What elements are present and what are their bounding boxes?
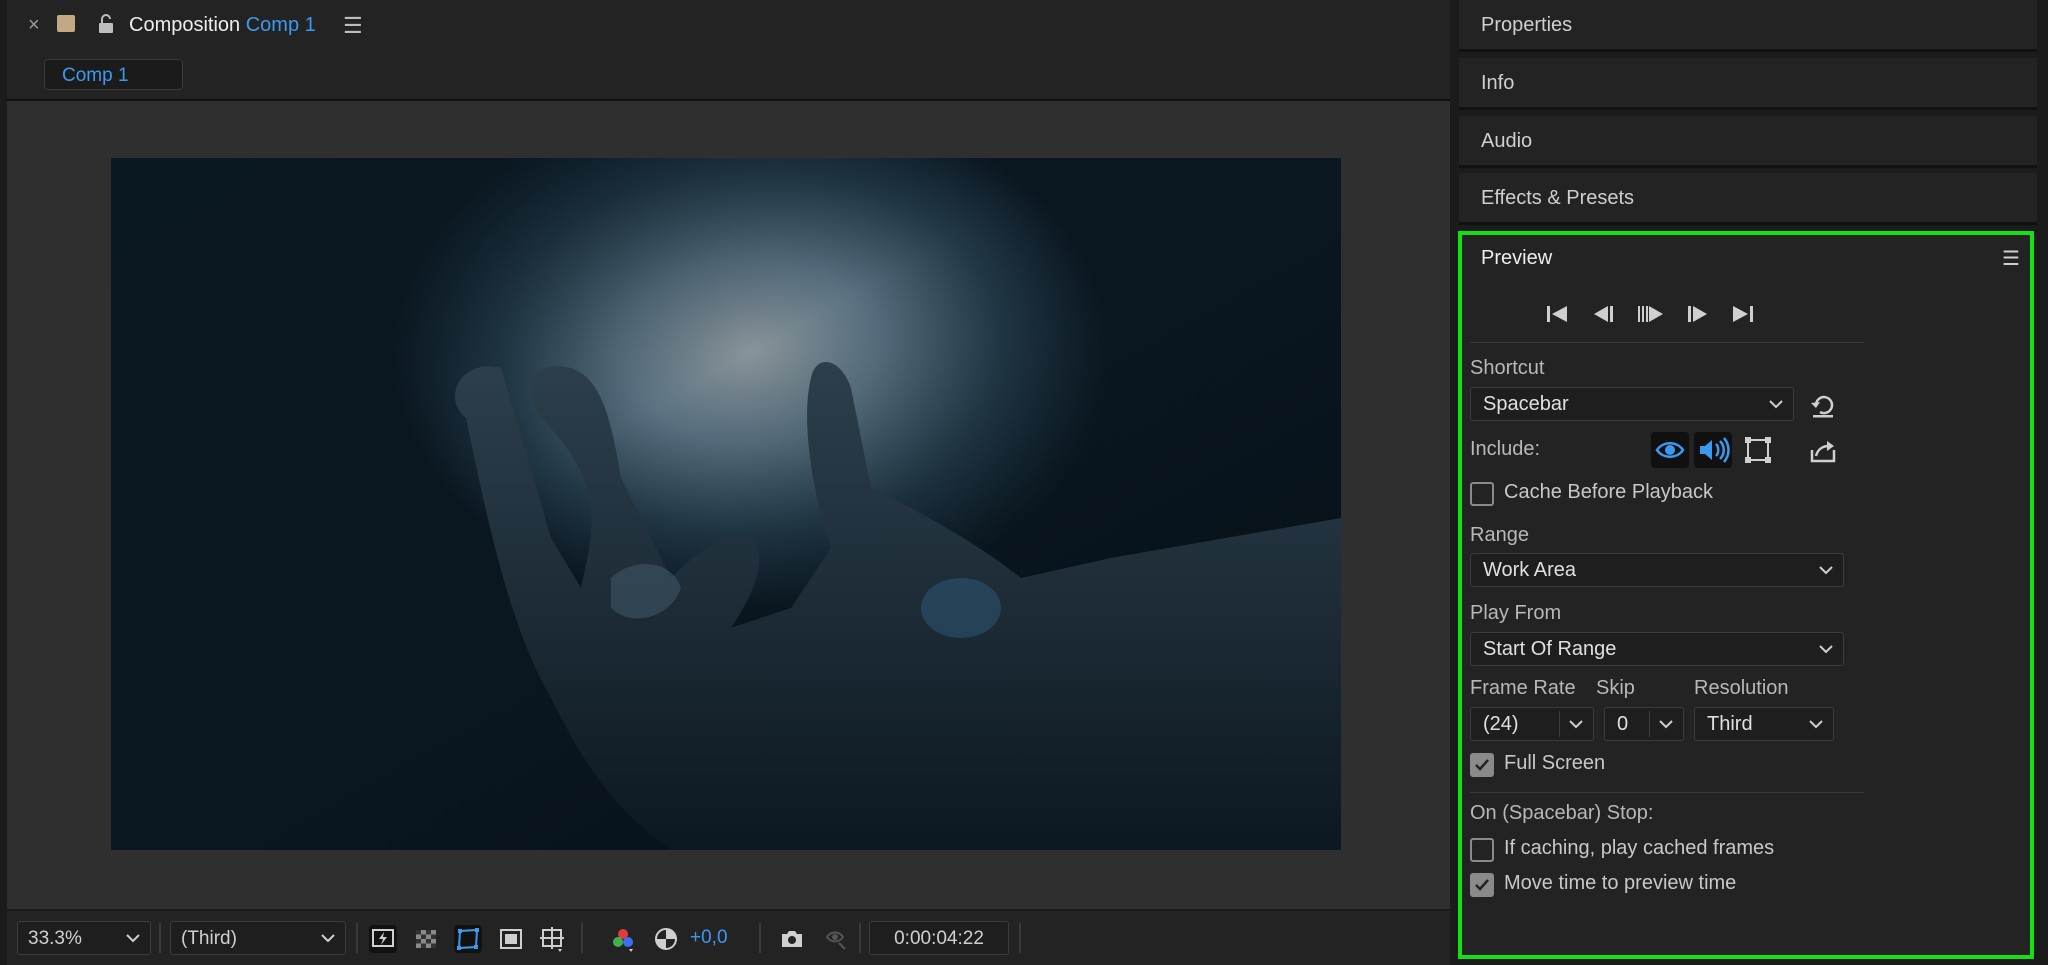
hand-silhouette-image (111, 158, 1341, 850)
fast-previews-icon[interactable] (369, 925, 397, 953)
exposure-value[interactable]: +0,0 (690, 927, 728, 949)
magnification-dropdown[interactable]: 33.3% (17, 921, 151, 955)
toolbar-divider (859, 923, 861, 953)
frame-rate-value: (24) (1483, 713, 1519, 735)
composition-color-swatch-icon (57, 15, 75, 32)
comp-tab[interactable]: Comp 1 (44, 59, 183, 90)
effects-presets-panel-header[interactable]: Effects & Presets (1459, 173, 2037, 225)
color-channels-icon[interactable] (609, 925, 637, 953)
shortcut-value: Spacebar (1483, 393, 1569, 415)
play-from-value: Start Of Range (1483, 638, 1617, 660)
first-frame-icon[interactable] (1542, 300, 1572, 328)
frame-rate-dropdown[interactable]: (24) (1470, 707, 1594, 741)
composition-panel: × Composition Comp 1 ☰ Comp 1 33.3% (Thi… (7, 0, 1450, 965)
audio-panel-header[interactable]: Audio (1459, 116, 2037, 168)
toolbar-divider (1019, 923, 1021, 953)
resolution-dropdown[interactable]: (Third) (170, 921, 346, 955)
chevron-down-icon (1807, 713, 1825, 741)
last-frame-icon[interactable] (1728, 300, 1758, 328)
reset-shortcut-icon[interactable] (1808, 391, 1838, 421)
properties-panel-label: Properties (1481, 14, 1573, 36)
skip-value: 0 (1617, 713, 1629, 735)
region-of-interest-icon[interactable] (497, 925, 525, 953)
shortcut-label: Shortcut (1470, 357, 1545, 379)
close-icon[interactable]: × (28, 14, 40, 37)
effects-presets-panel-label: Effects & Presets (1481, 187, 1635, 209)
current-time-display[interactable]: 0:00:04:22 (869, 921, 1009, 955)
cache-before-playback-checkbox[interactable] (1470, 482, 1494, 506)
dropdown-divider (1559, 711, 1560, 737)
chevron-down-icon (1767, 393, 1785, 421)
preview-divider (1470, 342, 1864, 343)
chevron-down-icon (1657, 713, 1675, 741)
info-panel-header[interactable]: Info (1459, 58, 2037, 110)
skip-dropdown[interactable]: 0 (1604, 707, 1684, 741)
play-from-label: Play From (1470, 602, 1562, 624)
composition-viewer[interactable] (7, 101, 1450, 909)
composition-title: Composition Comp 1 (129, 14, 316, 37)
chevron-down-icon (1567, 713, 1585, 741)
toolbar-divider (159, 923, 161, 953)
play-stop-icon[interactable] (1635, 300, 1665, 328)
panel-menu-icon[interactable]: ☰ (343, 13, 363, 39)
export-output-icon[interactable] (1808, 436, 1838, 466)
toolbar-divider (356, 923, 358, 953)
checkmark-icon (1475, 759, 1489, 771)
previous-frame-icon[interactable] (1589, 300, 1619, 328)
frame-rate-label: Frame Rate (1470, 677, 1576, 699)
transparency-grid-icon[interactable] (412, 925, 440, 953)
include-label: Include: (1470, 438, 1541, 460)
snapshot-icon[interactable] (778, 925, 806, 953)
include-overlays-icon[interactable] (1739, 432, 1777, 468)
grid-guides-icon[interactable] (538, 925, 566, 953)
chevron-down-icon (1817, 638, 1835, 666)
move-time-label: Move time to preview time (1504, 872, 1737, 894)
color-management-icon[interactable] (652, 925, 680, 953)
next-frame-icon[interactable] (1682, 300, 1712, 328)
info-panel-label: Info (1481, 72, 1515, 94)
mask-visibility-icon[interactable] (454, 925, 482, 953)
dropdown-divider (1649, 711, 1650, 737)
lock-icon[interactable] (95, 13, 117, 35)
audio-panel-label: Audio (1481, 130, 1533, 152)
properties-panel-header[interactable]: Properties (1459, 0, 2037, 52)
include-toggle-group (1651, 432, 1775, 468)
full-screen-label: Full Screen (1504, 752, 1606, 774)
skip-label: Skip (1596, 677, 1635, 699)
checkmark-icon (1475, 879, 1489, 891)
cache-before-playback-label: Cache Before Playback (1504, 481, 1714, 503)
include-video-eye-icon[interactable] (1651, 432, 1689, 468)
if-caching-checkbox[interactable] (1470, 838, 1494, 862)
play-from-dropdown[interactable]: Start Of Range (1470, 632, 1844, 666)
preview-divider (1470, 792, 1864, 793)
if-caching-label: If caching, play cached frames (1504, 837, 1775, 859)
range-label: Range (1470, 524, 1529, 546)
range-value: Work Area (1483, 559, 1576, 581)
resolution-label: Resolution (1694, 677, 1789, 699)
composition-title-name[interactable]: Comp 1 (246, 14, 316, 36)
composition-header: × Composition Comp 1 ☰ (7, 0, 1450, 53)
resolution-dropdown[interactable]: Third (1694, 707, 1834, 741)
full-screen-checkbox[interactable] (1470, 753, 1494, 777)
on-spacebar-stop-label: On (Spacebar) Stop: (1470, 802, 1654, 824)
toolbar-divider (581, 923, 583, 953)
preview-panel-title: Preview (1481, 247, 1553, 269)
resolution-value: (Third) (181, 928, 237, 949)
move-time-checkbox[interactable] (1470, 873, 1494, 897)
composition-toolbar: 33.3% (Third) +0,0 0:00:04:22 (7, 909, 1450, 965)
toolbar-divider (759, 923, 761, 953)
chevron-down-icon (319, 927, 337, 955)
composition-title-prefix: Composition (129, 14, 241, 36)
shortcut-dropdown[interactable]: Spacebar (1470, 387, 1794, 421)
chevron-down-icon (124, 927, 142, 955)
include-audio-speaker-icon[interactable] (1694, 432, 1732, 468)
panel-menu-icon[interactable]: ☰ (2002, 246, 2020, 271)
composition-frame-image (111, 158, 1341, 850)
show-snapshot-icon[interactable] (821, 925, 849, 953)
resolution-value: Third (1707, 713, 1753, 735)
magnification-value: 33.3% (28, 928, 82, 949)
range-dropdown[interactable]: Work Area (1470, 553, 1844, 587)
chevron-down-icon (1817, 559, 1835, 587)
preview-panel: Preview ☰ Shortcut Spacebar Include: Cac… (1458, 231, 2034, 959)
